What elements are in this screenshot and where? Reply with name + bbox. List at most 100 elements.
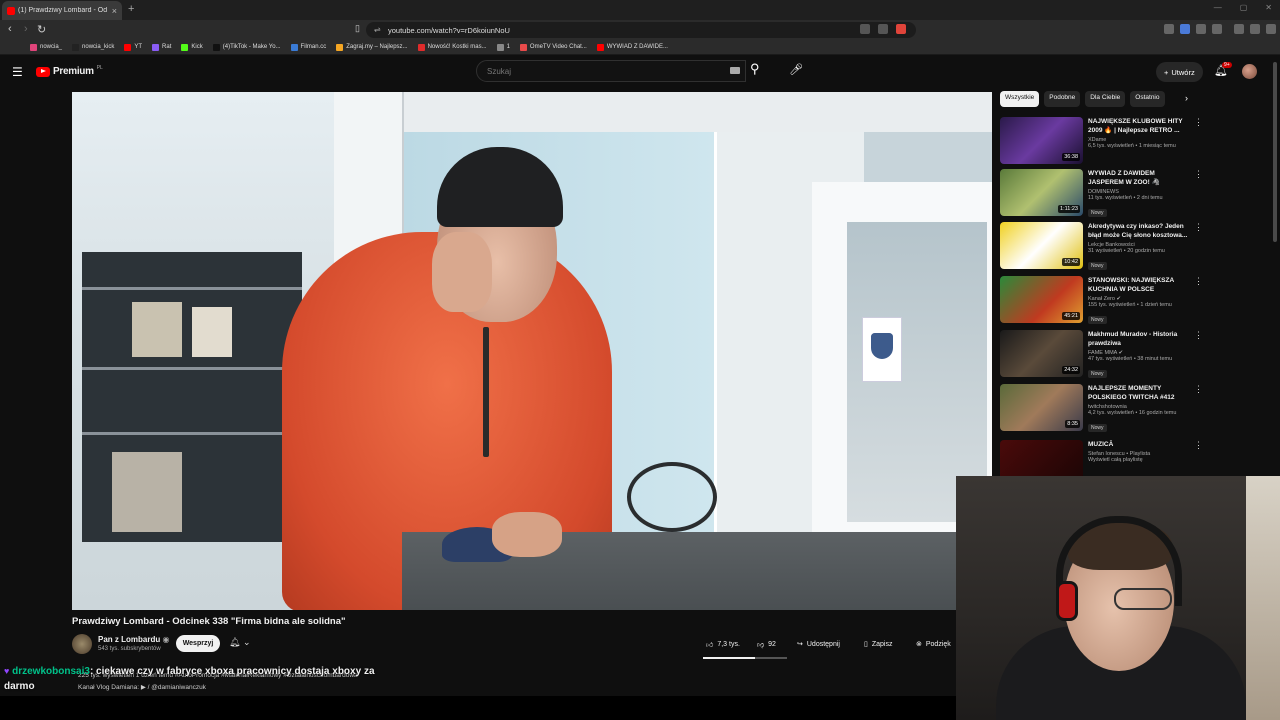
minimize-icon[interactable]: — <box>1214 3 1222 12</box>
bookmark-item[interactable]: Nowość! Kostki mas... <box>417 43 487 51</box>
youtube-header: ☰ Premium PL Szukaj ⚲ 🎤︎ + Utwórz 🔔︎ 9+ <box>0 56 1280 88</box>
video-thumbnail[interactable]: 24:32 <box>1000 330 1083 377</box>
address-bar[interactable]: ⇌ youtube.com/watch?v=rD6koiunNoU <box>366 22 916 38</box>
brave-shield-icon[interactable] <box>896 24 906 34</box>
bookmarks-bar: nowcia_ nowcia_kick YT Rat Kick (4)TikTok - M… <box>0 40 1280 55</box>
share-icon: ↪ <box>797 641 803 648</box>
video-title[interactable]: NAJLEPSZE MOMENTY POLSKIEGO TWITCHA #412 <box>1088 384 1192 402</box>
video-info: WYWIAD Z DAWIDEM JASPEREM W ZOO! 🦓 DOMINE… <box>1088 169 1192 219</box>
more-options-icon[interactable]: ⋮ <box>1194 222 1203 233</box>
youtube-logo[interactable]: Premium PL <box>36 65 103 77</box>
share-button[interactable]: ↪ Udostępnij <box>797 636 840 652</box>
music-icon[interactable] <box>1234 24 1244 34</box>
search-icon[interactable]: ⚲ <box>750 61 760 77</box>
bookmark-label: Kick <box>191 44 203 50</box>
channel-avatar[interactable] <box>72 634 92 654</box>
new-badge: Nowy <box>1088 209 1107 217</box>
channel-name[interactable]: Pan z Lombardu <box>98 635 160 644</box>
bookmark-item[interactable]: OmeTV Video Chat... <box>519 43 587 51</box>
page-scrollbar[interactable] <box>1273 62 1277 242</box>
bookmark-label: nowcia_ <box>40 44 63 50</box>
like-button[interactable]: 👍︎ 7,3 tys. <box>706 636 740 652</box>
keyboard-icon[interactable] <box>730 67 740 74</box>
bookmark-item[interactable]: Filman.cc <box>290 43 326 51</box>
thanks-label: Podzięk <box>925 640 951 648</box>
video-title[interactable]: Akredytywa czy inkaso? Jeden błąd może C… <box>1088 222 1192 240</box>
recommended-video[interactable]: 10:42 Akredytywa czy inkaso? Jeden błąd m… <box>1000 222 1205 272</box>
reload-icon[interactable]: ↻ <box>37 23 46 36</box>
more-options-icon[interactable]: ⋮ <box>1194 276 1203 287</box>
bookmark-item[interactable]: 1 <box>496 43 510 51</box>
video-title[interactable]: Makhmud Muradov - Historia prawdziwa <box>1088 330 1192 348</box>
extension-icon[interactable] <box>1164 24 1174 34</box>
filter-chip[interactable]: Wszystkie <box>1000 91 1040 107</box>
video-thumbnail[interactable]: 10:42 <box>1000 222 1083 269</box>
maximize-icon[interactable]: ▢ <box>1240 3 1248 12</box>
browser-tab-active[interactable]: (1) Prawdziwy Lombard - Od × <box>2 1 122 20</box>
filter-chip[interactable]: Dla Ciebie <box>1085 91 1126 107</box>
sidebar-icon[interactable] <box>1212 24 1222 34</box>
site-info-icon[interactable]: ⇌ <box>374 25 381 34</box>
extension-icon[interactable] <box>1180 24 1190 34</box>
video-title[interactable]: NAJWIĘKSZE KLUBOWE HITY 2009 🔥 | Najleps… <box>1088 117 1192 135</box>
video-thumbnail[interactable]: 36:38 <box>1000 117 1083 164</box>
bookmark-item[interactable]: Kick <box>181 43 203 51</box>
new-tab-icon[interactable]: + <box>128 3 134 15</box>
more-options-icon[interactable]: ⋮ <box>1194 330 1203 341</box>
bookmark-item[interactable]: (4)TikTok - Make Yo... <box>212 43 281 51</box>
video-title[interactable]: STANOWSKI: NAJWIĘKSZA KUCHNIA W POLSCE <box>1088 276 1192 294</box>
wallet-icon[interactable] <box>1250 24 1260 34</box>
bookmark-item[interactable]: YT <box>124 43 143 51</box>
video-player[interactable] <box>72 92 992 610</box>
recommended-video[interactable]: 24:32 Makhmud Muradov - Historia prawdziw… <box>1000 330 1205 380</box>
bookmark-item[interactable]: nowcia_kick <box>72 43 114 51</box>
extensions-puzzle-icon[interactable] <box>1196 24 1206 34</box>
dislike-button[interactable]: 👎︎ 92 <box>757 636 776 652</box>
share-page-icon[interactable] <box>878 24 888 34</box>
screen-icon[interactable] <box>860 24 870 34</box>
thanks-button[interactable]: ⊗ Podzięk <box>916 636 951 652</box>
more-options-icon[interactable]: ⋮ <box>1194 384 1203 395</box>
filter-chip[interactable]: Podobne <box>1044 91 1081 107</box>
more-options-icon[interactable]: ⋮ <box>1194 117 1203 128</box>
create-button[interactable]: + Utwórz <box>1156 62 1203 82</box>
more-options-icon[interactable]: ⋮ <box>1194 169 1203 180</box>
bookmark-item[interactable]: nowcia_ <box>30 43 63 51</box>
forward-icon[interactable]: › <box>24 23 28 35</box>
filter-chip[interactable]: Ostatnio <box>1130 91 1165 107</box>
channel-name-row[interactable]: Pan z Lombardu ◉ <box>98 635 169 644</box>
close-tab-icon[interactable]: × <box>112 6 117 16</box>
notification-count-badge: 9+ <box>1222 62 1232 68</box>
microphone-icon[interactable]: 🎤︎ <box>789 63 803 76</box>
video-info: Akredytywa czy inkaso? Jeden błąd może C… <box>1088 222 1192 272</box>
hamburger-menu-icon[interactable]: ☰ <box>12 65 23 79</box>
like-count: 7,3 tys. <box>717 640 740 648</box>
recommended-video[interactable]: 45:21 STANOWSKI: NAJWIĘKSZA KUCHNIA W POL… <box>1000 276 1205 326</box>
video-title[interactable]: WYWIAD Z DAWIDEM JASPEREM W ZOO! 🦓 <box>1088 169 1192 187</box>
back-icon[interactable]: ‹ <box>8 23 12 35</box>
video-title[interactable]: MUZICĂ <box>1088 440 1192 449</box>
chevron-right-icon[interactable]: › <box>1185 93 1188 103</box>
subscription-bell-button[interactable]: 🔔︎ ⌄ <box>229 637 250 648</box>
save-button[interactable]: ▯ Zapisz <box>864 636 892 652</box>
bookmark-item[interactable]: Rat <box>152 43 171 51</box>
bell-icon: 🔔︎ <box>229 637 241 647</box>
bookmark-icon[interactable]: ▯ <box>355 23 360 34</box>
account-avatar[interactable] <box>1242 64 1257 79</box>
video-thumbnail[interactable]: 8:35 <box>1000 384 1083 431</box>
support-button[interactable]: Wesprzyj <box>176 635 220 652</box>
recommended-video[interactable]: 36:38 NAJWIĘKSZE KLUBOWE HITY 2009 🔥 | Na… <box>1000 117 1205 167</box>
close-window-icon[interactable]: ✕ <box>1265 3 1272 12</box>
duration-badge: 1:11:23 <box>1058 205 1080 213</box>
more-options-icon[interactable]: ⋮ <box>1194 440 1203 451</box>
bookmark-label: YT <box>134 44 143 50</box>
video-thumbnail[interactable]: 1:11:23 <box>1000 169 1083 216</box>
search-input[interactable]: Szukaj <box>476 60 746 82</box>
bookmark-item[interactable]: WYWIAD Z DAWIDE... <box>596 43 668 51</box>
recommended-video[interactable]: 1:11:23 WYWIAD Z DAWIDEM JASPEREM W ZOO! … <box>1000 169 1205 219</box>
recommended-video[interactable]: 8:35 NAJLEPSZE MOMENTY POLSKIEGO TWITCHA … <box>1000 384 1205 434</box>
menu-icon[interactable] <box>1266 24 1276 34</box>
bookmark-item[interactable]: Zagraj.my – Najlepsz... <box>336 43 408 51</box>
thumbs-down-icon: 👎︎ <box>757 641 765 649</box>
video-thumbnail[interactable]: 45:21 <box>1000 276 1083 323</box>
